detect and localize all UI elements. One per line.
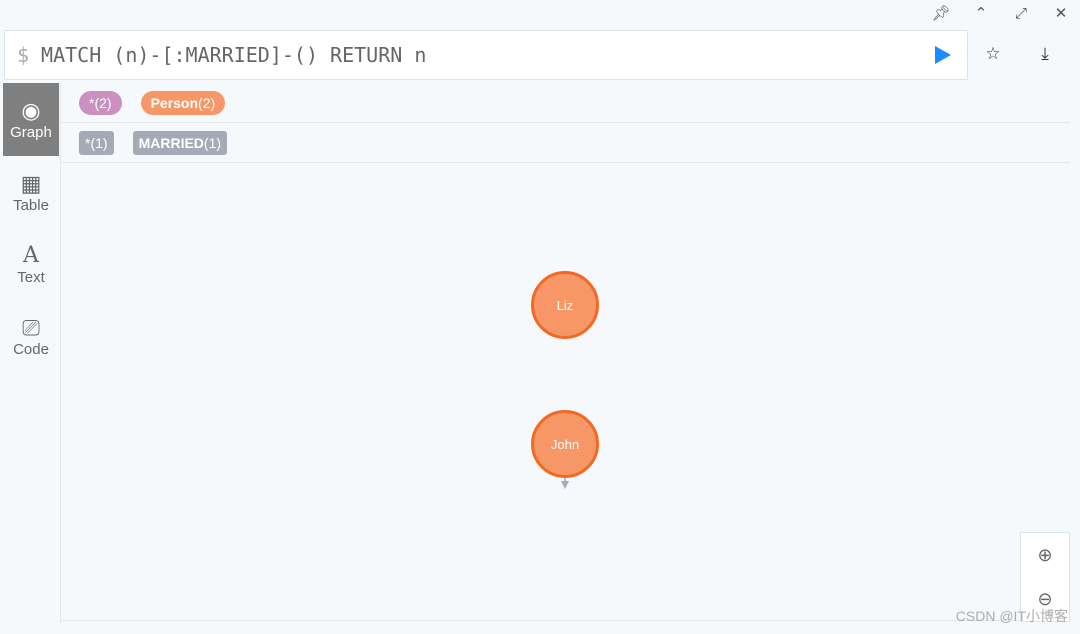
sidebar-item-table[interactable]: ▦ Table xyxy=(3,156,59,228)
view-sidebar: ◉ Graph ▦ Table A Text ⎚ Code xyxy=(3,83,59,372)
label-pill-person[interactable]: Person (2) xyxy=(140,90,226,115)
expand-icon[interactable]: ⤢ xyxy=(1012,4,1030,22)
rel-tag-married[interactable]: MARRIED (1) xyxy=(132,130,228,155)
sidebar-item-graph[interactable]: ◉ Graph xyxy=(3,83,59,156)
window-controls: 📌︎ ⌃ ⤢ ✕ xyxy=(931,4,1070,23)
graph-icon: ◉ xyxy=(21,98,41,123)
close-icon[interactable]: ✕ xyxy=(1052,4,1070,22)
text-icon: A xyxy=(23,242,39,268)
rel-types-row: * (1) MARRIED (1) xyxy=(61,123,1070,163)
sidebar-item-label: Text xyxy=(17,268,45,286)
zoom-in-icon[interactable]: ⊕ xyxy=(1037,545,1052,566)
node-labels-row: * (2) Person (2) xyxy=(61,83,1070,123)
sidebar-item-text[interactable]: A Text xyxy=(3,228,59,300)
edge-arrow xyxy=(561,481,569,489)
table-icon: ▦ xyxy=(20,170,42,196)
query-text[interactable]: MATCH (n)-[:MARRIED]-() RETURN n xyxy=(41,43,426,67)
rel-tag-all[interactable]: * (1) xyxy=(79,130,114,155)
prompt: $ xyxy=(17,43,30,67)
graph-canvas[interactable]: MARRIED Liz John xyxy=(61,163,1071,621)
run-button[interactable] xyxy=(935,46,951,64)
code-icon: ⎚ xyxy=(22,314,40,340)
result-panel: *(2) Person(2) *(1) MARRIED(1) MARRIED L… xyxy=(60,83,1071,623)
sidebar-item-label: Code xyxy=(13,340,49,358)
query-editor[interactable]: $ MATCH (n)-[:MARRIED]-() RETURN n xyxy=(4,30,968,80)
chevron-up-icon[interactable]: ⌃ xyxy=(972,4,990,22)
sidebar-item-code[interactable]: ⎚ Code xyxy=(3,300,59,372)
node-john[interactable]: John xyxy=(531,410,599,478)
node-liz[interactable]: Liz xyxy=(531,271,599,339)
label-pill-all[interactable]: * (2) xyxy=(79,90,122,115)
download-icon[interactable]: ⤓ xyxy=(1035,44,1055,64)
star-icon[interactable]: ☆ xyxy=(983,44,1003,64)
pin-icon[interactable]: 📌︎ xyxy=(931,4,950,22)
sidebar-item-label: Table xyxy=(13,196,49,214)
watermark: CSDN @IT小博客 xyxy=(955,608,1068,624)
sidebar-item-label: Graph xyxy=(10,124,52,141)
graph-edges: MARRIED xyxy=(559,421,569,489)
